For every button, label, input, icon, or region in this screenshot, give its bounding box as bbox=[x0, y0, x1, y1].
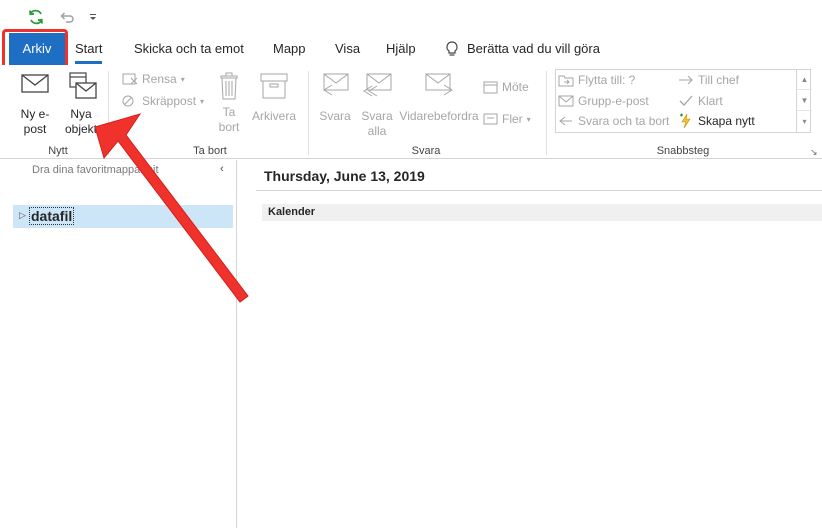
envelope-icon bbox=[21, 74, 49, 93]
reply-all-button[interactable]: Svara alla bbox=[357, 71, 397, 139]
reply-delete-label: Svara och ta bort bbox=[578, 114, 670, 128]
quick-step-done[interactable]: Klart bbox=[678, 92, 723, 110]
quick-steps-scrollbar[interactable]: ▲ ▼ ▾ bbox=[796, 69, 812, 133]
reply-all-label-1: Svara bbox=[361, 109, 393, 123]
forward-label: Vidarebefordra bbox=[399, 109, 479, 123]
new-email-label-2: post bbox=[23, 122, 47, 136]
delete-label-2: bort bbox=[218, 120, 240, 134]
arrow-right-icon bbox=[679, 75, 693, 85]
quick-step-team-email[interactable]: Grupp-e-post bbox=[558, 92, 649, 110]
calendar-row[interactable]: Kalender bbox=[262, 204, 822, 221]
ribbon-separator bbox=[308, 71, 309, 155]
new-email-label-1: Ny e- bbox=[20, 107, 50, 121]
tell-me-box[interactable]: Berätta vad du vill göra bbox=[445, 33, 600, 65]
group-label-delete: Ta bort bbox=[193, 145, 227, 157]
tab-folder[interactable]: Mapp bbox=[273, 33, 306, 65]
new-items-button[interactable]: Nya objekt bbox=[58, 71, 104, 137]
reply-label: Svara bbox=[319, 109, 351, 123]
group-label-quicksteps: Snabbsteg bbox=[656, 145, 710, 157]
done-label: Klart bbox=[698, 94, 723, 108]
clean-label: Rensa bbox=[142, 72, 177, 86]
junk-dropdown-icon: ▾ bbox=[200, 96, 205, 106]
favorites-hint: Dra dina favoritmappar hit bbox=[32, 164, 159, 176]
checkmark-icon bbox=[679, 95, 693, 106]
junk-button[interactable]: Skräppost ▾ bbox=[122, 92, 204, 110]
new-items-icon bbox=[69, 72, 97, 99]
group-label-new: Nytt bbox=[48, 145, 68, 157]
reply-all-icon bbox=[363, 73, 392, 97]
file-tab-highlight bbox=[2, 29, 68, 69]
calendar-date: Thursday, June 13, 2019 bbox=[264, 168, 425, 184]
quick-step-reply-delete[interactable]: Svara och ta bort bbox=[558, 112, 669, 130]
reply-icon bbox=[323, 73, 349, 96]
tell-me-label: Berätta vad du vill göra bbox=[467, 41, 600, 56]
ribbon-separator bbox=[108, 71, 109, 155]
customize-dropdown-icon[interactable] bbox=[86, 6, 100, 28]
quick-step-to-manager[interactable]: Till chef bbox=[678, 71, 739, 89]
archive-button[interactable]: Arkivera bbox=[250, 71, 298, 124]
team-email-icon bbox=[558, 95, 574, 107]
tab-help[interactable]: Hjälp bbox=[386, 33, 416, 65]
more-respond-button[interactable]: Fler ▾ bbox=[483, 110, 531, 128]
team-email-label: Grupp-e-post bbox=[578, 94, 649, 108]
reply-delete-icon bbox=[559, 116, 572, 126]
more-dropdown-icon: ▾ bbox=[526, 114, 531, 124]
tab-view[interactable]: Visa bbox=[335, 33, 360, 65]
group-label-respond: Svara bbox=[411, 145, 441, 157]
more-respond-label: Fler bbox=[502, 112, 523, 126]
new-items-label-1: Nya bbox=[70, 107, 92, 121]
new-email-button[interactable]: Ny e- post bbox=[12, 71, 58, 137]
meeting-button[interactable]: Möte bbox=[483, 78, 529, 96]
calendar-label: Kalender bbox=[268, 206, 316, 218]
undo-icon[interactable] bbox=[55, 6, 77, 28]
forward-button[interactable]: Vidarebefordra bbox=[398, 71, 480, 124]
reply-button[interactable]: Svara bbox=[316, 71, 354, 124]
more-icon bbox=[483, 113, 498, 125]
dialog-launcher-icon[interactable]: ↘ bbox=[810, 147, 818, 158]
folder-pane: Dra dina favoritmappar hit ‹ ▷ datafil bbox=[0, 160, 237, 528]
ribbon-separator bbox=[546, 71, 547, 155]
delete-button[interactable]: Ta bort bbox=[210, 71, 248, 135]
quick-step-create-new[interactable]: Skapa nytt bbox=[678, 112, 755, 130]
junk-icon bbox=[122, 95, 134, 107]
quick-step-move-to[interactable]: Flytta till: ? bbox=[558, 71, 635, 89]
move-folder-icon bbox=[558, 75, 574, 87]
lightbulb-icon bbox=[446, 41, 458, 56]
trash-icon bbox=[220, 72, 238, 100]
gallery-more-icon[interactable]: ▾ bbox=[797, 111, 812, 132]
to-manager-label: Till chef bbox=[698, 73, 739, 87]
tab-start[interactable]: Start bbox=[75, 33, 103, 65]
meeting-label: Möte bbox=[502, 80, 529, 94]
clean-button[interactable]: Rensa ▾ bbox=[122, 70, 185, 88]
ribbon: Ny e- post Nya objekt Nytt Rensa ▾ Skräp… bbox=[0, 65, 822, 159]
clean-dropdown-icon: ▾ bbox=[180, 74, 185, 84]
calendar-view: Thursday, June 13, 2019 Kalender bbox=[238, 160, 822, 528]
create-new-label: Skapa nytt bbox=[698, 114, 755, 128]
quick-access-toolbar bbox=[0, 0, 822, 33]
tab-send-receive[interactable]: Skicka och ta emot bbox=[134, 33, 244, 65]
lightning-icon bbox=[680, 113, 691, 129]
move-to-label: Flytta till: ? bbox=[578, 73, 636, 87]
collapse-pane-icon[interactable]: ‹ bbox=[220, 163, 224, 175]
expand-arrow-icon[interactable]: ▷ bbox=[19, 210, 26, 221]
new-items-label-2: objekt bbox=[64, 122, 98, 136]
divider bbox=[256, 190, 822, 191]
scroll-up-icon[interactable]: ▲ bbox=[797, 69, 812, 90]
forward-icon bbox=[425, 73, 453, 96]
folder-label: datafil bbox=[29, 207, 75, 225]
archive-label: Arkivera bbox=[251, 109, 296, 123]
sync-icon[interactable] bbox=[25, 6, 47, 28]
scroll-down-icon[interactable]: ▼ bbox=[797, 90, 812, 111]
meeting-icon bbox=[483, 81, 498, 94]
archive-icon bbox=[260, 73, 288, 99]
folder-item-datafil[interactable]: ▷ datafil bbox=[13, 205, 233, 228]
reply-all-label-2: alla bbox=[367, 124, 387, 138]
clean-icon bbox=[122, 73, 138, 85]
junk-label: Skräppost bbox=[142, 94, 197, 108]
ribbon-tabs: Arkiv Start Skicka och ta emot Mapp Visa… bbox=[0, 33, 822, 65]
delete-label-1: Ta bbox=[222, 105, 236, 119]
